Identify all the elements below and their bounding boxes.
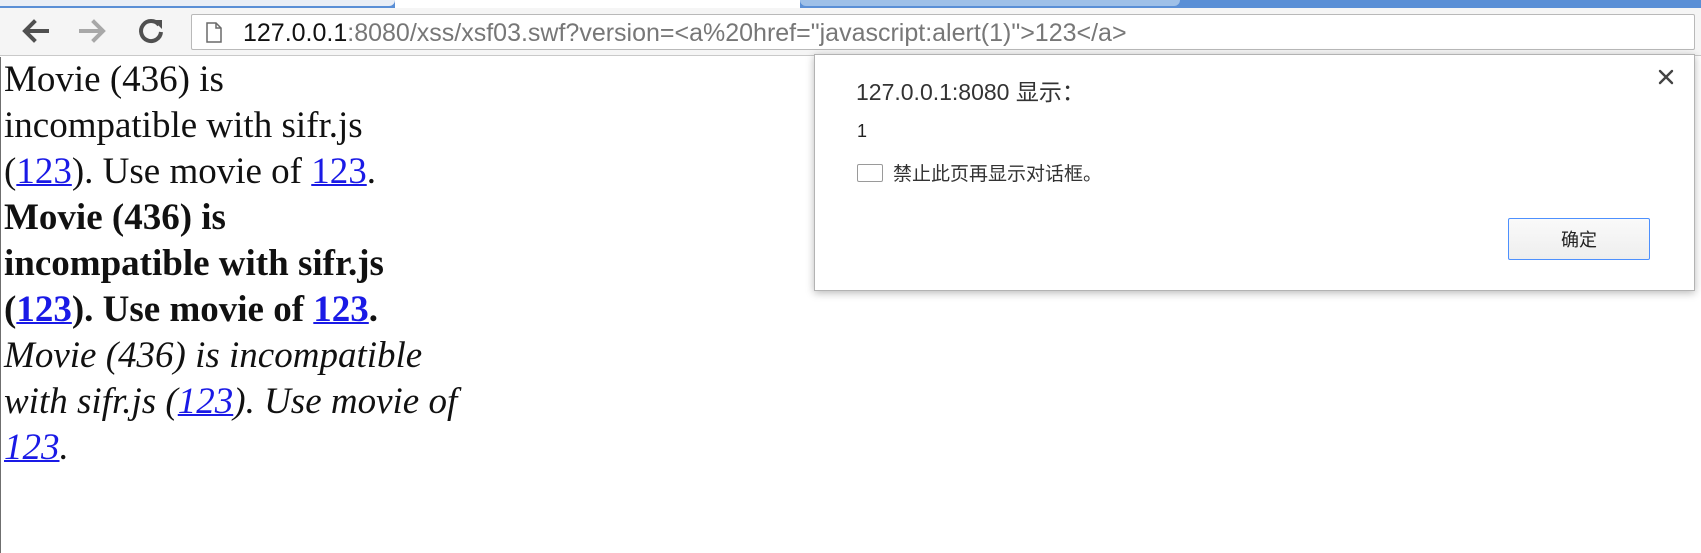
browser-toolbar: 127.0.0.1:8080/xss/xsf03.swf?version=<a%… — [0, 8, 1701, 56]
movie-link[interactable]: 123 — [4, 427, 60, 468]
message-text: . — [366, 151, 376, 192]
message-text: ). Use movie of — [233, 381, 458, 422]
movie-link[interactable]: 123 — [16, 151, 72, 192]
dialog-message: 1 — [857, 121, 868, 141]
url-host: 127.0.0.1 — [243, 19, 348, 47]
message-text: ). Use movie of — [71, 151, 312, 192]
movie-link[interactable]: 123 — [178, 381, 234, 422]
close-icon — [1658, 69, 1674, 85]
sifr-message-bold: Movie (436) is incompatible with sifr.js… — [4, 195, 384, 333]
tab-inactive[interactable] — [800, 0, 1180, 6]
message-text: ( — [4, 289, 17, 330]
message-text: ). Use movie of — [71, 289, 314, 330]
close-button[interactable] — [1654, 65, 1678, 89]
message-text: . — [368, 289, 379, 330]
message-text: ( — [4, 151, 17, 192]
suppress-dialogs-checkbox[interactable] — [857, 163, 883, 182]
movie-link[interactable]: 123 — [313, 289, 369, 330]
back-arrow-icon — [22, 19, 49, 43]
tab-active[interactable] — [0, 0, 395, 6]
sifr-message-regular: Movie (436) is incompatible with sifr.js… — [4, 57, 376, 195]
page-icon — [206, 22, 222, 43]
suppress-dialogs-label[interactable]: 禁止此页再显示对话框。 — [893, 159, 1102, 186]
address-bar[interactable]: 127.0.0.1:8080/xss/xsf03.swf?version=<a%… — [191, 14, 1695, 50]
message-line: Movie (436) is — [4, 197, 226, 238]
message-text: with sifr.js ( — [4, 381, 178, 422]
forward-button[interactable] — [76, 14, 110, 48]
tab-gap — [395, 0, 800, 8]
message-line: Movie (436) is — [4, 59, 224, 100]
dialog-title: 127.0.0.1:8080 显示： — [856, 79, 1085, 105]
url-text[interactable]: 127.0.0.1:8080/xss/xsf03.swf?version=<a%… — [243, 18, 1127, 48]
url-path: :8080/xss/xsf03.swf?version=<a%20href="j… — [347, 19, 1127, 47]
tab-strip — [0, 0, 1701, 8]
alert-dialog: 127.0.0.1:8080 显示： 1 禁止此页再显示对话框。 确定 — [814, 54, 1695, 291]
ok-button[interactable]: 确定 — [1508, 218, 1650, 260]
sifr-message-italic: Movie (436) is incompatible with sifr.js… — [4, 333, 457, 471]
back-button[interactable] — [18, 14, 52, 48]
message-line: incompatible with sifr.js — [4, 243, 384, 284]
reload-icon — [139, 19, 163, 44]
movie-link[interactable]: 123 — [311, 151, 367, 192]
reload-button[interactable] — [134, 14, 168, 48]
forward-arrow-icon — [79, 19, 106, 43]
movie-link[interactable]: 123 — [16, 289, 72, 330]
suppress-dialogs-row: 禁止此页再显示对话框。 — [857, 159, 1102, 186]
message-text: . — [59, 427, 69, 468]
message-line: incompatible with sifr.js — [4, 105, 363, 146]
message-line: Movie (436) is incompatible — [4, 335, 423, 376]
